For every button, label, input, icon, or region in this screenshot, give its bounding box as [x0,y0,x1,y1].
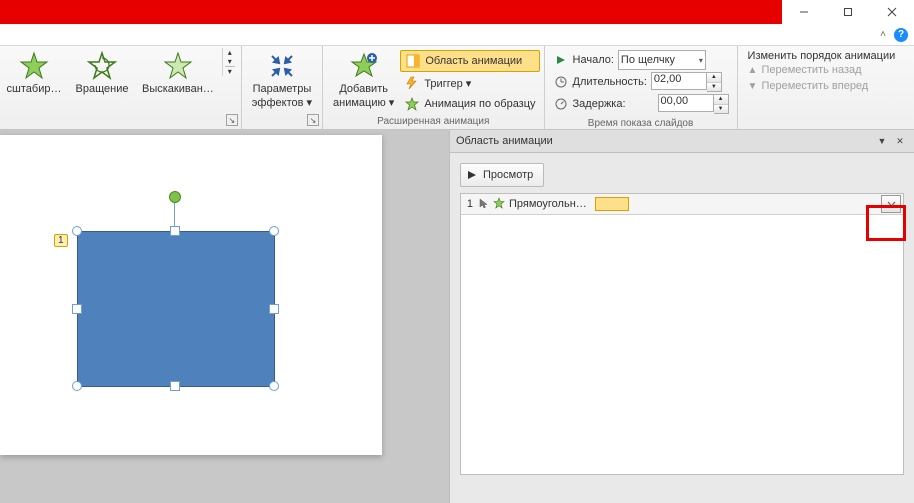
trigger-label: Триггер ▾ [424,77,471,90]
resize-handle-ne[interactable] [269,226,279,236]
effect-grow-button[interactable]: сштабир… [0,48,68,98]
delay-icon [553,96,569,112]
add-animation-button[interactable]: Добавить анимацию ▾ [327,48,400,111]
help-icon[interactable]: ? [894,28,908,42]
pane-close-icon[interactable]: ✕ [892,134,908,148]
add-animation-label-1: Добавить [339,84,388,96]
duration-input[interactable]: 02,00 [651,72,707,90]
delay-input[interactable]: 00,00 [658,94,714,112]
timing-group: Начало: По щелчку ▾ Длительность: 02,00 … [545,46,738,129]
play-icon [467,170,477,180]
gallery-launcher-icon[interactable]: ↘ [226,114,238,126]
arrow-up-icon: ▲ [748,65,758,76]
effect-options-launcher-icon[interactable]: ↘ [307,114,319,126]
reorder-group: Изменить порядок анимации ▲ Переместить … [738,46,906,129]
chevron-down-icon [887,201,896,207]
animation-pane-button[interactable]: Область анимации [400,50,539,72]
start-combo[interactable]: По щелчку ▾ [618,50,706,70]
star-icon [162,50,194,82]
maximize-button[interactable] [826,0,870,24]
animation-painter-button[interactable]: Анимация по образцу [400,94,539,114]
ribbon: сштабир… Вращение Выскакиван… ▴ ▾ ▾ ↘ [0,46,914,130]
effect-bounce-label: Выскакиван… [142,84,214,96]
animation-pane-label: Область анимации [425,55,522,67]
rectangle-shape[interactable] [77,231,275,387]
ribbon-collapse-icon[interactable]: ˄ [880,29,886,40]
title-bar [0,0,914,24]
resize-handle-e[interactable] [269,304,279,314]
close-button[interactable] [870,0,914,24]
effect-options-group: Параметры эффектов ▾ ↘ [242,46,323,129]
resize-handle-n[interactable] [170,226,180,236]
mouse-icon [477,197,489,212]
pane-title: Область анимации [456,135,872,147]
play-icon [553,52,569,68]
clock-icon [553,74,569,90]
gallery-group-label [0,114,237,129]
timing-group-label: Время показа слайдов [549,116,733,131]
minimize-button[interactable] [782,0,826,24]
pane-menu-icon[interactable]: ▼ [874,134,890,148]
effect-bounce-button[interactable]: Выскакиван… [136,48,220,98]
move-later-button[interactable]: ▼ Переместить вперед [748,78,896,94]
arrows-in-icon [266,50,298,82]
delay-label: Задержка: [573,98,626,110]
move-later-label: Переместить вперед [761,80,868,92]
slide-canvas-area: 1 [0,130,449,503]
play-button[interactable]: Просмотр [460,163,544,187]
animation-list-item[interactable]: 1 Прямоугольн… [461,194,903,215]
trigger-button[interactable]: Триггер ▾ [400,73,539,93]
animation-list: 1 Прямоугольн… [460,193,904,475]
pane-body: Просмотр 1 Прямоугольн… [450,153,914,503]
resize-handle-s[interactable] [170,381,180,391]
item-dropdown-button[interactable] [881,195,901,213]
rotate-handle[interactable] [169,191,181,203]
star-icon [86,50,118,82]
animation-pane: Область анимации ▼ ✕ Просмотр 1 [449,130,914,503]
window-controls [782,0,914,24]
item-name: Прямоугольн… [509,198,587,210]
slide[interactable]: 1 [0,135,382,455]
add-animation-label-2: анимацию ▾ [333,98,394,110]
animation-gallery-group: сштабир… Вращение Выскакиван… ▴ ▾ ▾ ↘ [0,46,242,129]
animation-painter-label: Анимация по образцу [424,98,535,110]
effect-spin-button[interactable]: Вращение [68,48,136,98]
star-plus-icon [348,50,380,82]
effect-spin-label: Вращение [76,84,129,96]
pane-icon [405,53,421,69]
effect-star-icon [493,197,505,212]
lightning-icon [404,75,420,91]
item-index: 1 [463,198,473,210]
brush-star-icon [404,96,420,112]
start-label: Начало: [573,54,614,66]
effect-options-label-1: Параметры [253,84,312,96]
start-value: По щелчку [621,54,675,66]
star-icon [18,50,50,82]
work-area: 1 Область анимации ▼ ✕ П [0,130,914,503]
effect-options-button[interactable]: Параметры эффектов ▾ [246,48,318,111]
pane-header: Область анимации ▼ ✕ [450,130,914,153]
animation-tag[interactable]: 1 [54,234,68,247]
resize-handle-nw[interactable] [72,226,82,236]
duration-spinner[interactable]: ▲▼ [707,72,722,92]
move-earlier-label: Переместить назад [761,64,861,76]
gallery-more-button[interactable]: ▴ ▾ ▾ [222,48,237,76]
help-row: ˄ ? [0,24,914,46]
reorder-title: Изменить порядок анимации [748,50,896,62]
effect-options-label-2: эффектов ▾ [252,98,312,110]
chevron-down-icon: ▾ [699,56,703,65]
duration-label: Длительность: [573,76,647,88]
delay-spinner[interactable]: ▲▼ [714,94,729,114]
reorder-group-label [742,114,902,129]
item-timebar [595,197,629,211]
resize-handle-se[interactable] [269,381,279,391]
play-label: Просмотр [483,169,533,181]
resize-handle-w[interactable] [72,304,82,314]
arrow-down-icon: ▼ [748,81,758,92]
effect-grow-label: сштабир… [7,84,62,96]
advanced-group-label: Расширенная анимация [327,114,540,129]
move-earlier-button[interactable]: ▲ Переместить назад [748,62,896,78]
resize-handle-sw[interactable] [72,381,82,391]
advanced-animation-group: Добавить анимацию ▾ Область анимации Три… [323,46,545,129]
